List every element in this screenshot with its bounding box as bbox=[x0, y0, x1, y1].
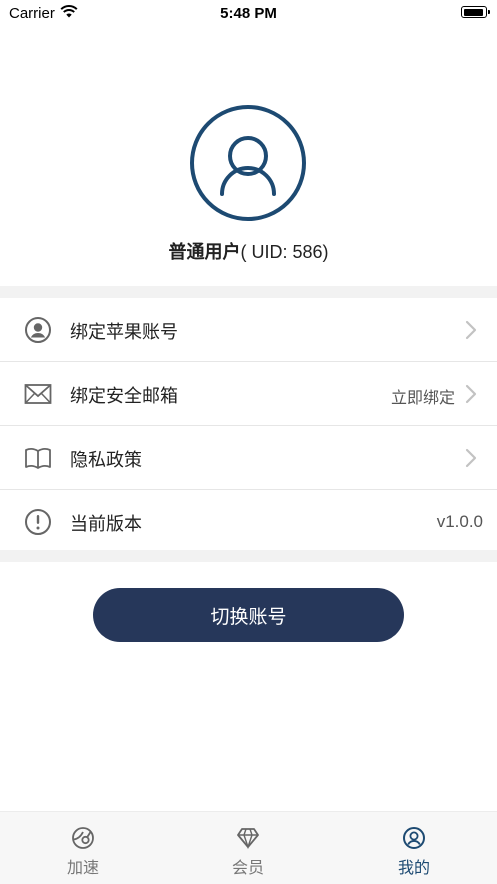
tab-bar: 加速 会员 我的 bbox=[0, 811, 497, 884]
section-divider bbox=[0, 286, 497, 298]
menu-item-label: 绑定安全邮箱 bbox=[70, 386, 178, 406]
chevron-right-icon bbox=[465, 448, 477, 468]
chevron-right-icon bbox=[465, 320, 477, 340]
tab-mine[interactable]: 我的 bbox=[354, 812, 474, 884]
menu-item-label: 绑定苹果账号 bbox=[70, 322, 178, 342]
envelope-icon bbox=[24, 384, 52, 404]
diamond-icon bbox=[237, 828, 259, 850]
speed-globe-icon bbox=[72, 827, 94, 849]
status-bar: Carrier 5:48 PM bbox=[0, 0, 497, 26]
avatar[interactable] bbox=[189, 104, 307, 222]
tab-label: 我的 bbox=[397, 860, 430, 877]
section-divider bbox=[0, 550, 497, 562]
clock: 5:48 PM bbox=[220, 5, 277, 22]
user-identity: 普通用户( UID: 586) bbox=[0, 238, 497, 264]
menu-item-bind-apple[interactable]: 绑定苹果账号 bbox=[0, 298, 497, 362]
menu-item-bind-email[interactable]: 绑定安全邮箱 立即绑定 bbox=[0, 362, 497, 426]
book-icon bbox=[25, 448, 51, 469]
menu-item-label: 当前版本 bbox=[70, 514, 142, 534]
version-value: v1.0.0 bbox=[436, 512, 483, 531]
user-circle-icon bbox=[25, 317, 51, 343]
user-uid: ( UID: 586) bbox=[240, 242, 329, 262]
user-circle-icon bbox=[403, 827, 425, 849]
menu-item-privacy-policy[interactable]: 隐私政策 bbox=[0, 426, 497, 490]
settings-menu: 绑定苹果账号 绑定安全邮箱 立即绑定 隐私政策 当前版本 v1.0.0 bbox=[0, 298, 497, 553]
tab-label: 加速 bbox=[66, 860, 99, 877]
switch-account-button[interactable]: 切换账号 bbox=[93, 588, 404, 642]
chevron-right-icon bbox=[465, 384, 477, 404]
bind-now-link[interactable]: 立即绑定 bbox=[391, 384, 455, 408]
tab-membership[interactable]: 会员 bbox=[188, 812, 308, 884]
info-icon bbox=[25, 509, 51, 535]
battery-icon bbox=[461, 6, 490, 18]
menu-item-version: 当前版本 v1.0.0 bbox=[0, 490, 497, 553]
tab-label: 会员 bbox=[231, 860, 264, 877]
user-name: 普通用户 bbox=[168, 242, 241, 262]
tab-accelerate[interactable]: 加速 bbox=[23, 812, 143, 884]
menu-item-label: 隐私政策 bbox=[70, 450, 142, 470]
